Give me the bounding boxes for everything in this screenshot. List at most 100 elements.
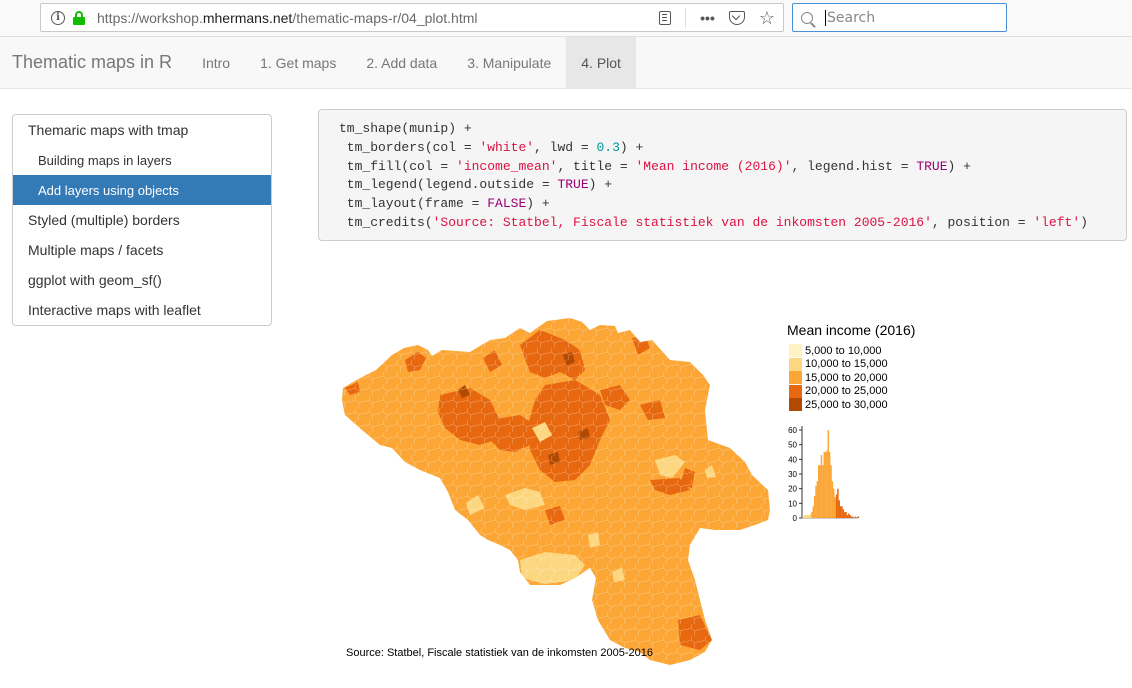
y-tick-label: 20 bbox=[788, 485, 797, 494]
histogram-bar bbox=[827, 430, 830, 518]
legend-item: 5,000 to 10,000 bbox=[789, 344, 881, 357]
search-icon bbox=[801, 11, 813, 24]
lock-icon bbox=[73, 10, 85, 25]
code-line: tm_legend(legend.outside = TRUE) + bbox=[339, 176, 1126, 195]
browser-toolbar: i https://workshop.mhermans.net/thematic… bbox=[0, 0, 1132, 37]
histogram-bar bbox=[845, 512, 847, 518]
histogram-bar bbox=[807, 515, 809, 518]
histogram-bar bbox=[852, 516, 854, 518]
nav-add-data[interactable]: 2. Add data bbox=[351, 37, 452, 88]
histogram-bar bbox=[822, 465, 824, 518]
search-bar[interactable] bbox=[792, 3, 1007, 32]
info-icon[interactable]: i bbox=[51, 10, 65, 25]
code-line: tm_borders(col = 'white', lwd = 0.3) + bbox=[339, 139, 1126, 158]
toc-item-styled-borders[interactable]: Styled (multiple) borders bbox=[13, 205, 271, 235]
histogram-bar bbox=[818, 465, 820, 518]
histogram-bar bbox=[830, 465, 832, 518]
legend-swatch bbox=[789, 344, 802, 357]
code-token: 0.3 bbox=[596, 139, 620, 155]
histogram-bar bbox=[826, 450, 828, 518]
histogram-bar bbox=[804, 515, 806, 518]
code-token: , legend.hist = bbox=[791, 158, 917, 174]
code-line: tm_credits('Source: Statbel, Fiscale sta… bbox=[339, 214, 1126, 233]
y-tick-label: 40 bbox=[788, 455, 797, 464]
table-of-contents: Themaric maps with tmap Building maps in… bbox=[12, 114, 272, 326]
histogram-bar bbox=[831, 481, 834, 518]
reader-view-icon[interactable] bbox=[659, 10, 672, 25]
site-navbar: Thematic maps in R Intro 1. Get maps 2. … bbox=[0, 37, 1132, 89]
code-token: 'Mean income (2016)' bbox=[635, 158, 792, 174]
bookmark-star-icon[interactable]: ☆ bbox=[759, 9, 775, 27]
nav-manipulate[interactable]: 3. Manipulate bbox=[452, 37, 566, 88]
url-text[interactable]: https://workshop.mhermans.net/thematic-m… bbox=[97, 10, 478, 26]
histogram-bar bbox=[849, 515, 851, 518]
toc-item-ggplot[interactable]: ggplot with geom_sf() bbox=[13, 265, 271, 295]
map-credits: Source: Statbel, Fiscale statistiek van … bbox=[346, 647, 653, 659]
pocket-icon[interactable] bbox=[728, 10, 745, 25]
histogram-bar bbox=[823, 452, 825, 518]
toc-item-tmap[interactable]: Themaric maps with tmap bbox=[13, 115, 271, 145]
code-token: , position = bbox=[931, 214, 1034, 230]
y-tick-label: 10 bbox=[788, 499, 797, 508]
code-token: 'left' bbox=[1033, 214, 1081, 230]
code-token: tm_credits( bbox=[339, 214, 433, 230]
histogram-bar bbox=[833, 488, 835, 518]
url-domain: mhermans.net bbox=[202, 9, 293, 26]
search-input[interactable] bbox=[825, 9, 995, 26]
code-token: 'white' bbox=[479, 139, 535, 155]
toc-item-leaflet[interactable]: Interactive maps with leaflet bbox=[13, 295, 271, 325]
histogram-bar bbox=[819, 465, 821, 518]
nav-plot[interactable]: 4. Plot bbox=[566, 37, 636, 88]
code-line: tm_layout(frame = FALSE) + bbox=[339, 195, 1126, 214]
toc-item-building-layers[interactable]: Building maps in layers bbox=[13, 145, 271, 175]
map-regions bbox=[342, 318, 770, 665]
code-token: 'Source: Statbel, Fiscale statistiek van… bbox=[432, 214, 932, 230]
histogram-bar bbox=[811, 512, 813, 518]
code-token: ) + bbox=[526, 196, 550, 212]
code-token: FALSE bbox=[487, 196, 527, 212]
histogram-bar bbox=[808, 515, 810, 518]
histogram-bar bbox=[838, 500, 840, 518]
legend-item: 20,000 to 25,000 bbox=[789, 384, 888, 398]
y-tick-label: 60 bbox=[788, 426, 797, 435]
y-tick-label: 0 bbox=[793, 514, 798, 523]
code-block: tm_shape(munip) + tm_borders(col = 'whit… bbox=[318, 109, 1127, 241]
legend-swatch bbox=[789, 398, 802, 411]
histogram-bar bbox=[813, 496, 816, 518]
histogram-bar bbox=[837, 488, 839, 518]
code-token: tm_layout(frame = bbox=[339, 196, 488, 212]
site-brand[interactable]: Thematic maps in R bbox=[0, 37, 187, 88]
legend-swatch bbox=[789, 357, 802, 371]
toc-item-add-layers[interactable]: Add layers using objects bbox=[13, 175, 271, 205]
more-actions-icon[interactable]: ••• bbox=[700, 10, 715, 26]
histogram-bar bbox=[839, 506, 842, 518]
code-token: tm_shape(munip) + bbox=[339, 121, 472, 136]
code-line: tm_fill(col = 'income_mean', title = 'Me… bbox=[339, 158, 1126, 177]
legend-swatch bbox=[789, 371, 802, 384]
histogram-bar bbox=[850, 516, 853, 518]
divider bbox=[685, 7, 687, 28]
histogram-bar bbox=[828, 452, 831, 518]
histogram-bar bbox=[834, 497, 836, 518]
url-path: /thematic-maps-r/04_plot.html bbox=[292, 9, 478, 26]
code-token: 'income_mean' bbox=[456, 158, 558, 174]
legend-item: 10,000 to 15,000 bbox=[789, 357, 888, 371]
legend-swatch bbox=[789, 384, 802, 398]
address-bar[interactable]: i https://workshop.mhermans.net/thematic… bbox=[40, 3, 784, 32]
histogram-bar bbox=[854, 516, 857, 518]
legend-label: 20,000 to 25,000 bbox=[805, 385, 888, 397]
url-prefix: https://workshop. bbox=[97, 9, 203, 26]
nav-intro[interactable]: Intro bbox=[187, 37, 245, 88]
histogram-bar bbox=[841, 506, 843, 518]
code-token: ) bbox=[1080, 214, 1088, 230]
histogram-bar bbox=[848, 513, 850, 518]
legend-label: 5,000 to 10,000 bbox=[805, 344, 882, 357]
histogram-bar bbox=[816, 481, 819, 518]
toc-item-multiple-maps[interactable]: Multiple maps / facets bbox=[13, 235, 271, 265]
code-line: tm_shape(munip) + bbox=[339, 120, 1126, 139]
legend-item: 15,000 to 20,000 bbox=[789, 371, 888, 384]
histogram-bar bbox=[824, 452, 827, 518]
code-token: ) + bbox=[947, 158, 971, 174]
histogram-bar bbox=[812, 506, 815, 518]
nav-get-maps[interactable]: 1. Get maps bbox=[245, 37, 351, 88]
